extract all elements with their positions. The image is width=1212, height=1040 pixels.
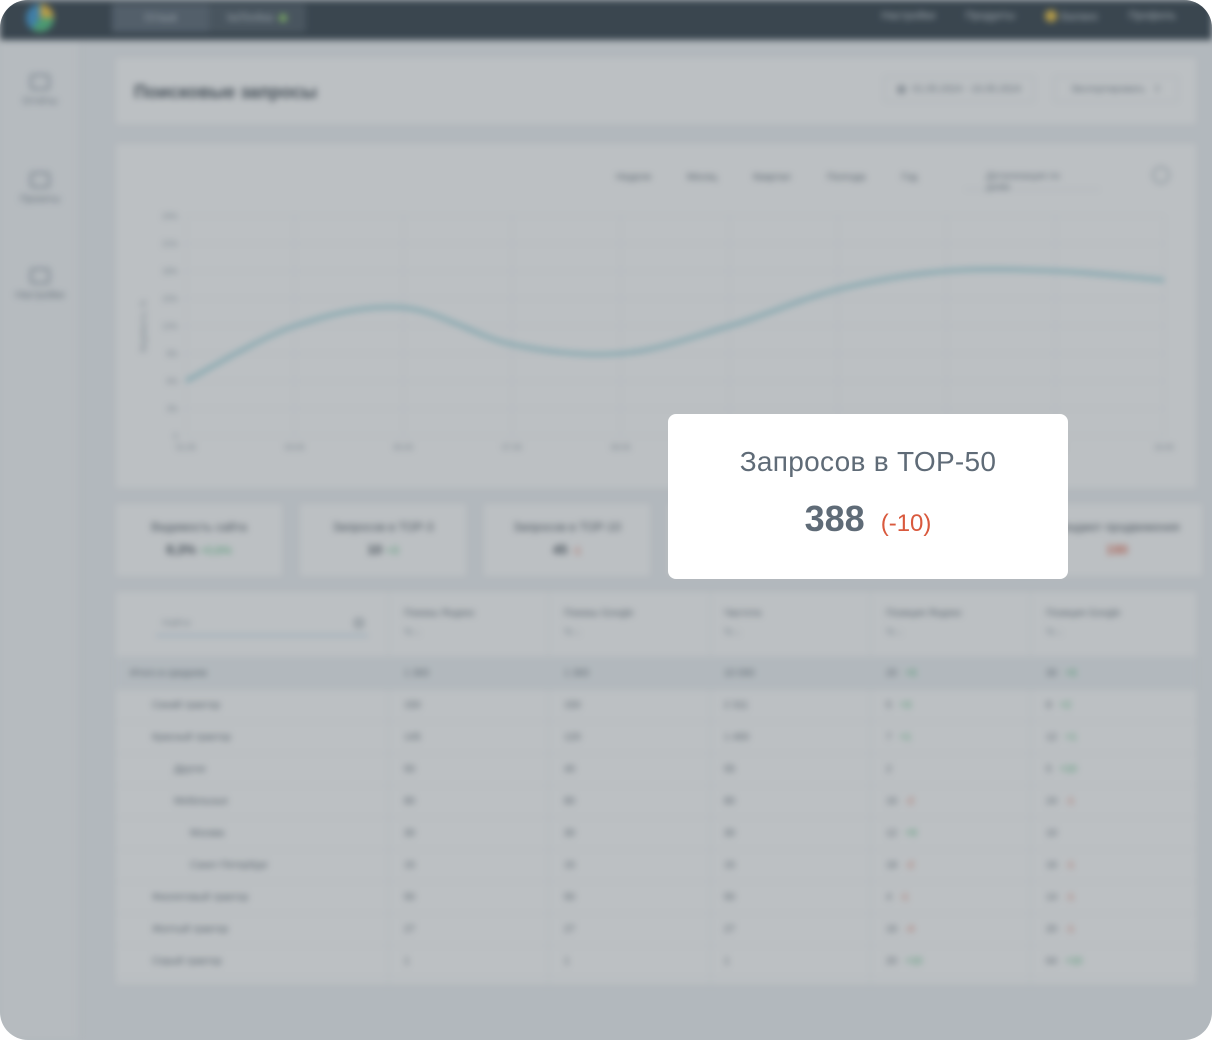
app-frame: Отзыв kaTovitsa Настройки Продукты Балан… — [0, 0, 1212, 1040]
popup-value-row: 388 (-10) — [668, 498, 1068, 540]
popup-value: 388 — [804, 498, 865, 539]
popup-delta: (-10) — [880, 510, 932, 537]
popup-title: Запросов в TOP-50 — [739, 446, 997, 477]
stat-popup: Запросов в TOP-50 388 (-10) — [668, 414, 1068, 579]
